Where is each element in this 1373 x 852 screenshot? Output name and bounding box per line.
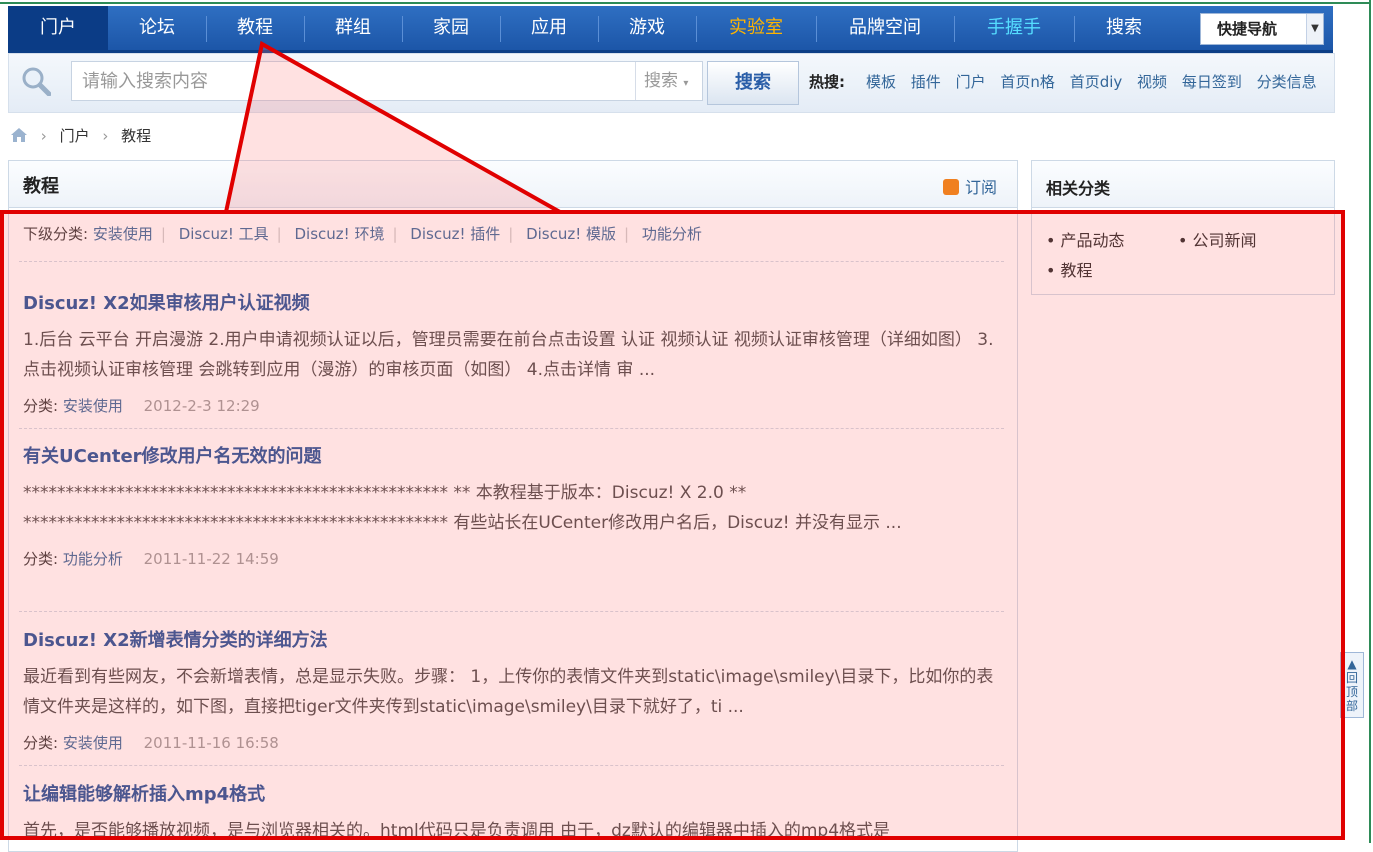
article-item: Discuz! X2如果审核用户认证视频 1.后台 云平台 开启漫游 2.用户申…: [23, 289, 1008, 416]
search-button[interactable]: 搜索: [707, 61, 799, 105]
hot-link[interactable]: 插件: [911, 73, 941, 91]
subcategory-link[interactable]: 安装使用: [93, 225, 153, 243]
hot-link[interactable]: 首页diy: [1070, 73, 1123, 91]
article-meta: 分类: 功能分析 2011-11-22 14:59: [23, 548, 1008, 569]
article-summary: 首先，是否能够播放视频，是与浏览器相关的。html代码只是负责调用 由于，dz默…: [23, 821, 891, 841]
top-nav: 门户 论坛 教程 群组 家园 应用 游戏 实验室 品牌空间 手握手 搜索 快捷导…: [8, 6, 1333, 53]
article-item: Discuz! X2新增表情分类的详细方法 最近看到有些网友，不会新增表情，总是…: [23, 626, 1008, 753]
article-title[interactable]: 让编辑能够解析插入mp4格式: [23, 780, 1008, 806]
divider: [19, 428, 1004, 429]
chevron-right-icon: ›: [40, 127, 47, 145]
quick-nav-label: 快捷导航: [1217, 20, 1278, 38]
subcategory-label: 下级分类:: [23, 225, 89, 243]
subcategory-link[interactable]: 功能分析: [642, 225, 702, 243]
category-label: 分类:: [23, 550, 59, 568]
article-item: 让编辑能够解析插入mp4格式 首先，是否能够播放视频，是与浏览器相关的。html…: [23, 780, 1008, 846]
nav-tutorial[interactable]: 教程: [206, 6, 304, 50]
nav-group[interactable]: 群组: [304, 6, 402, 50]
breadcrumb-portal[interactable]: 门户: [60, 127, 90, 145]
nav-lab[interactable]: 实验室: [696, 6, 816, 50]
hot-link[interactable]: 每日签到: [1182, 73, 1242, 91]
window-border-right: [1369, 0, 1371, 843]
article-date: 2011-11-16 16:58: [143, 734, 279, 752]
subcategory-bar: 下级分类: 安装使用 | Discuz! 工具 | Discuz! 环境 | Disc…: [23, 225, 702, 243]
article-category[interactable]: 安装使用: [63, 397, 123, 415]
search-type-select[interactable]: 搜索 ▾: [635, 62, 703, 100]
hot-search-label: 热搜:: [809, 73, 845, 91]
home-icon[interactable]: [10, 127, 28, 143]
nav-portal[interactable]: 门户: [8, 6, 108, 50]
nav-apps[interactable]: 应用: [500, 6, 598, 50]
quick-nav-button[interactable]: 快捷导航 ▼: [1200, 13, 1324, 45]
hot-link[interactable]: 视频: [1137, 73, 1167, 91]
article-summary: 最近看到有些网友，不会新增表情，总是显示失败。步骤： 1，上传你的表情文件夹到s…: [23, 667, 994, 717]
search-icon: [22, 67, 51, 96]
nav-home[interactable]: 家园: [402, 6, 500, 50]
divider: [19, 611, 1004, 612]
article-summary: 1.后台 云平台 开启漫游 2.用户申请视频认证以后，管理员需要在前台点击设置 …: [23, 330, 994, 380]
back-to-top-button[interactable]: ▲ 回顶部: [1340, 652, 1364, 718]
page-title: 教程: [23, 176, 59, 197]
related-category-item[interactable]: • 教程: [1046, 257, 1093, 281]
category-label: 分类:: [23, 734, 59, 752]
related-category-item[interactable]: • 公司新闻: [1178, 227, 1257, 251]
panel-header: 教程 订阅: [9, 161, 1017, 208]
category-label: 分类:: [23, 397, 59, 415]
divider: [19, 765, 1004, 766]
article-title[interactable]: Discuz! X2新增表情分类的详细方法: [23, 626, 1008, 652]
divider: [19, 261, 1004, 262]
subscribe-label: 订阅: [965, 178, 998, 197]
related-category-item[interactable]: • 产品动态: [1046, 227, 1125, 251]
chevron-right-icon: ›: [102, 127, 109, 145]
article-item: 有关UCenter修改用户名无效的问题 ********************…: [23, 442, 1008, 569]
article-title[interactable]: 有关UCenter修改用户名无效的问题: [23, 442, 1008, 468]
window-border-top: [0, 2, 1371, 4]
subcategory-link[interactable]: Discuz! 插件: [410, 225, 500, 243]
nav-search[interactable]: 搜索: [1074, 6, 1174, 50]
panel-header: 相关分类: [1032, 161, 1334, 208]
nav-hand-in-hand[interactable]: 手握手: [954, 6, 1074, 50]
article-date: 2011-11-22 14:59: [143, 550, 279, 568]
hot-link[interactable]: 分类信息: [1257, 73, 1317, 91]
breadcrumb: › 门户 › 教程: [10, 125, 151, 146]
arrow-up-icon: ▲: [1347, 657, 1357, 671]
nav-forum[interactable]: 论坛: [108, 6, 206, 50]
chevron-down-icon: ▾: [683, 78, 689, 89]
search-type-label: 搜索: [644, 71, 678, 91]
hot-link[interactable]: 首页n格: [1000, 73, 1055, 91]
hot-search-links: 模板 插件 门户 首页n格 首页diy 视频 每日签到 分类信息: [866, 71, 1327, 92]
side-title: 相关分类: [1046, 179, 1111, 198]
article-category[interactable]: 安装使用: [63, 734, 123, 752]
hot-link[interactable]: 门户: [956, 73, 986, 91]
breadcrumb-current: 教程: [121, 127, 152, 145]
back-to-top-label: 回顶部: [1346, 671, 1359, 713]
subcategory-link[interactable]: Discuz! 环境: [295, 225, 385, 243]
article-meta: 分类: 安装使用 2012-2-3 12:29: [23, 395, 1008, 416]
article-summary: ****************************************…: [23, 483, 902, 533]
search-input[interactable]: 请输入搜索内容: [71, 61, 703, 101]
subscribe-link[interactable]: 订阅: [943, 174, 997, 198]
article-title[interactable]: Discuz! X2如果审核用户认证视频: [23, 289, 1008, 315]
search-bar: 请输入搜索内容 搜索 ▾ 搜索 热搜: 模板 插件 门户 首页n格 首页diy …: [8, 53, 1335, 113]
subcategory-link[interactable]: Discuz! 模版: [526, 225, 616, 243]
rss-icon: [943, 179, 959, 195]
subcategory-link[interactable]: Discuz! 工具: [179, 225, 269, 243]
hot-link[interactable]: 模板: [866, 73, 896, 91]
tutorial-list-panel: 教程 订阅 下级分类: 安装使用 | Discuz! 工具 | Discuz! 环境…: [8, 160, 1018, 852]
article-meta: 分类: 安装使用 2011-11-16 16:58: [23, 732, 1008, 753]
nav-brand-space[interactable]: 品牌空间: [816, 6, 954, 50]
chevron-down-icon[interactable]: ▼: [1306, 14, 1323, 44]
nav-games[interactable]: 游戏: [598, 6, 696, 50]
related-categories-panel: 相关分类 • 产品动态 • 公司新闻 • 教程: [1031, 160, 1335, 295]
article-category[interactable]: 功能分析: [63, 550, 123, 568]
article-date: 2012-2-3 12:29: [143, 397, 260, 415]
